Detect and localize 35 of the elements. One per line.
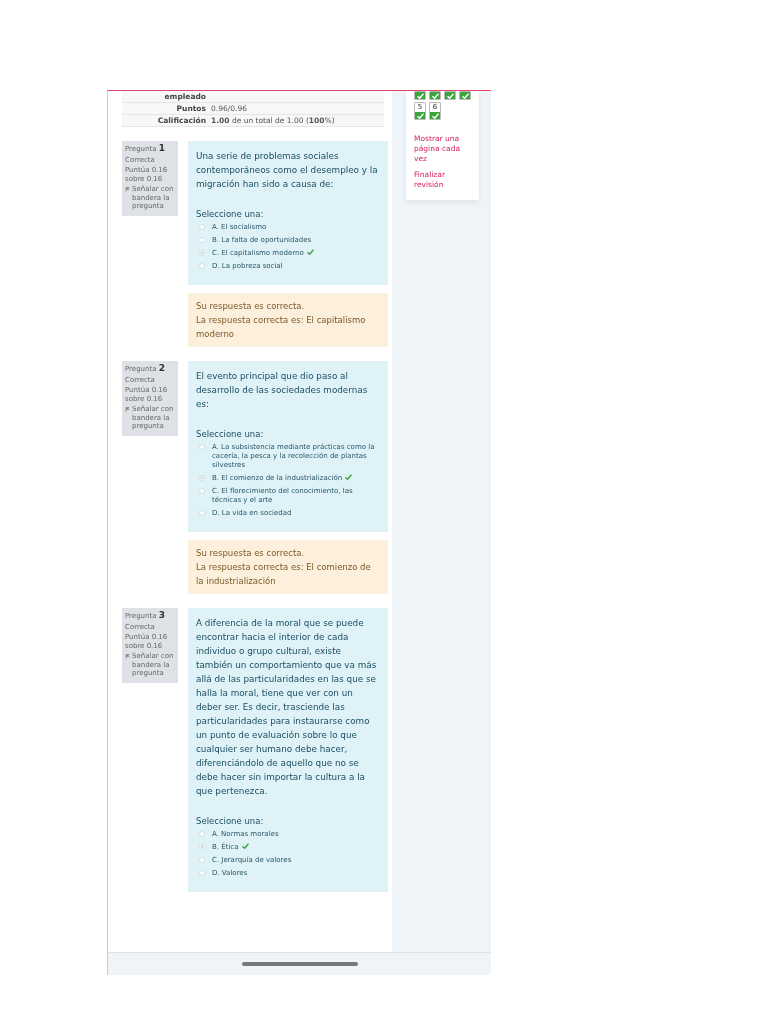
feedback-text: Su respuesta es correcta. [196,547,306,560]
question-nav-button[interactable] [444,91,456,100]
question-nav-button[interactable] [414,91,426,100]
question-number: 3 [158,610,165,620]
select-prompt: Seleccione una: [196,209,265,219]
radio-button[interactable] [199,488,205,494]
select-prompt: Seleccione una: [196,429,265,439]
radio-button[interactable] [199,237,205,243]
check-icon [306,249,314,255]
flag-icon[interactable] [125,654,130,659]
radio-button[interactable] [199,224,205,230]
question-text: A diferencia de la moral que se puede encontrar hacia el interior de cada individuo o grupo cultural, existe también un comportamiento que va más allá de las particularidades en las que se halla la moral, tiene que ver con un deber ser. Es decir, trasciende las particularidades para instaurarse como un punto de evaluación sobre lo que cualquier ser humano debe hacer, diferenciándolo de aquello que no se debe hacer sin importar la cultura a la que pertenezca. [196,617,378,798]
select-prompt: Seleccione una: [196,816,265,826]
radio-button[interactable] [199,475,205,481]
feedback-text: La respuesta correcta es: El comienzo de la industrialización [196,561,372,588]
radio-button[interactable] [199,444,205,450]
radio-button[interactable] [199,870,205,876]
radio-button[interactable] [199,250,205,256]
check-icon [345,474,353,480]
radio-button[interactable] [199,857,205,863]
question-nav-button[interactable] [459,91,471,100]
question-nav-button[interactable] [429,91,441,100]
flag-icon[interactable] [125,187,130,192]
question-text: Una serie de problemas sociales contemporáneos como el desempleo y la migración han sido a causa de: [196,150,379,191]
check-icon [241,843,249,849]
flag-icon[interactable] [125,407,130,412]
question-text: El evento principal que dio paso al desarrollo de las sociedades modernas es: [196,370,369,411]
feedback-text: La respuesta correcta es: El capitalismo moderno [196,314,367,341]
radio-button[interactable] [199,510,205,516]
radio-button[interactable] [199,263,205,269]
question-number: 1 [158,143,165,153]
question-number: 2 [158,363,165,373]
feedback-text: Su respuesta es correcta. [196,300,306,313]
radio-button[interactable] [199,831,205,837]
radio-button[interactable] [199,844,205,850]
